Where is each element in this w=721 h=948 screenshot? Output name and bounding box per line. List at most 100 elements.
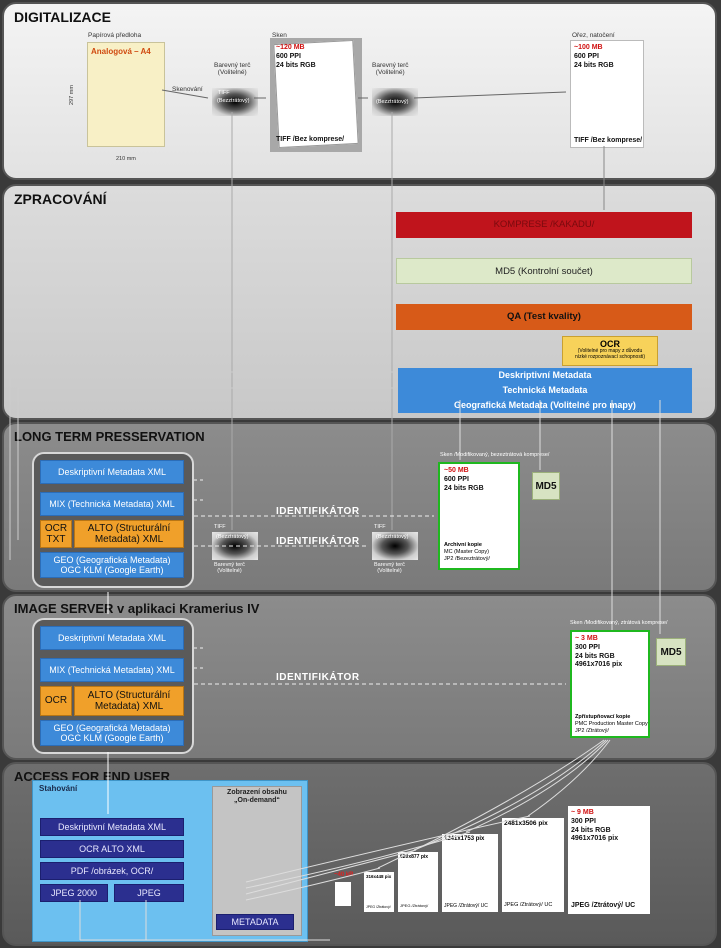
scan-action-label: Skenování: [172, 86, 203, 93]
is-descriptive-xml: Deskriptivní Metadata XML: [40, 626, 184, 650]
is-copy-labels: Zpřístupňovací kopie PMC Production Mast…: [575, 714, 648, 735]
metadata-box: METADATA: [216, 914, 294, 930]
ltp-archive-image: ~50 MB 600 PPI 24 bits RGB Archivní kopi…: [438, 462, 520, 570]
is-ocr: OCR: [40, 686, 72, 716]
is-scan-caption: Sken /Modifikovaný, ztrátová komprese/: [570, 620, 668, 626]
download-jpeg[interactable]: JPEG: [114, 884, 184, 902]
scan-bits: 24 bits RGB: [276, 61, 316, 69]
ltp-md5: MD5: [532, 472, 560, 500]
crop-image: ~100 MB 600 PPI 24 bits RGB TIFF /Bez ko…: [570, 40, 644, 148]
scan-format: TIFF /Bez komprese/: [276, 136, 345, 143]
thumb-1-size: 316x448 pix: [366, 874, 392, 879]
ltp-specs: ~50 MB 600 PPI 24 bits RGB: [444, 467, 484, 493]
section-image-server: IMAGE SERVER v aplikaci Kramerius IV Des…: [2, 594, 717, 760]
ltp-archive-3: JP2 /Bezeztrátový/: [444, 555, 490, 562]
crop-ppi: 600 PPI: [574, 52, 599, 60]
ltp-alto-xml: ALTO (Structurální Metadata) XML: [74, 520, 184, 548]
is-identifier: IDENTIFIKÁTOR: [276, 672, 360, 683]
dimension-width: 210 mm: [116, 156, 136, 162]
section-title: IMAGE SERVER v aplikaci Kramerius IV: [14, 601, 260, 616]
ltp-identifier-2: IDENTIFIKÁTOR: [276, 536, 360, 547]
thumb-4: 2481x3506 pix JPEG /Ztrátový/ UC: [502, 818, 564, 912]
scan-specs: ~120 MB 600 PPI 24 bits RGB: [276, 44, 316, 70]
download-label: Stahování: [39, 784, 78, 793]
target2-label: Barevný terč (Volitelné): [372, 62, 409, 77]
ocr-note: (Volitelné pro mapy z důvodu nízké rozpo…: [574, 348, 646, 360]
meta-bar-descriptive: Deskriptivní Metadata: [398, 368, 692, 383]
ltp-ppi: 600 PPI: [444, 475, 469, 483]
is-mix-xml: MIX (Technická Metadata) XML: [40, 658, 184, 682]
ltp-archive-labels: Archivní kopie MC (Master Copy) JP2 /Bez…: [444, 542, 490, 563]
thumb-1: 316x448 pix JPEG /Ztrátový/: [364, 872, 394, 912]
dimension-height: 297 mm: [68, 85, 75, 105]
thumb-1-format: JPEG /Ztrátový/: [366, 905, 391, 909]
thumb-4-format: JPEG /Ztrátový/ UC: [504, 902, 553, 908]
paper-caption: Papírová předloha: [88, 32, 142, 39]
thumb-2-format: JPEG /Ztrátový/: [400, 903, 429, 908]
thumb-2-size: 620x877 pix: [400, 854, 429, 860]
large-specs: ~ 9 MB 300 PPI 24 bits RGB 4961x7016 pix: [571, 809, 618, 844]
ltp-ocr-txt: OCR TXT: [40, 520, 72, 548]
ltp-target-b: Barevný terč (Volitelné): [374, 562, 405, 574]
scan-image-frame: ~120 MB 600 PPI 24 bits RGB TIFF /Bez ko…: [270, 38, 362, 152]
is-ppi: 300 PPI: [575, 643, 600, 651]
ltp-tiff-a-sub: (Bezztrátový): [216, 534, 249, 540]
kompres-bar: KOMPRESE /KAKADU/: [396, 212, 692, 238]
ltp-archive-1: Archivní kopie: [444, 542, 482, 548]
thumb-3: 1241x1753 pix JPEG /Ztrátový/ UC: [442, 834, 498, 912]
download-jpeg2000[interactable]: JPEG 2000: [40, 884, 108, 902]
section-title: LONG TERM PRESSERVATION: [14, 429, 205, 444]
section-digitalizace: DIGITALIZACE Papírová předloha Analogová…: [2, 2, 717, 180]
crop-bits: 24 bits RGB: [574, 61, 614, 69]
is-md5: MD5: [656, 638, 686, 666]
ltp-descriptive-xml: Deskriptivní Metadata XML: [40, 460, 184, 484]
section-title: ZPRACOVÁNÍ: [14, 191, 107, 207]
is-access-image: ~ 3 MB 300 PPI 24 bits RGB 4961x7016 pix…: [570, 630, 650, 738]
section-zpracovani: ZPRACOVÁNÍ KOMPRESE /KAKADU/ MD5 (Kontro…: [2, 184, 717, 420]
is-specs: ~ 3 MB 300 PPI 24 bits RGB 4961x7016 pix: [575, 635, 622, 670]
ocr-box: OCR (Volitelné pro mapy z důvodu nízké r…: [562, 336, 658, 366]
large-size: ~ 9 MB: [571, 809, 594, 816]
k40-label: ~40 kB: [334, 872, 354, 878]
download-ocr-alto-xml[interactable]: OCR ALTO XML: [40, 840, 184, 858]
is-copy-3: JP2 /Ztrátový/: [575, 727, 609, 734]
md5-bar: MD5 (Kontrolní součet): [396, 258, 692, 284]
thumb-2: 620x877 pix JPEG /Ztrátový/: [398, 852, 438, 912]
scan-size: ~120 MB: [276, 44, 305, 51]
target1-label: Barevný terč (Volitelné): [214, 62, 251, 77]
thumb-tiny: [335, 882, 351, 906]
ltp-tiff-b: TIFF: [374, 524, 386, 530]
thumb-large: ~ 9 MB 300 PPI 24 bits RGB 4961x7016 pix…: [568, 806, 650, 914]
is-geo-klm: GEO (Geografická Metadata) OGC KLM (Goog…: [40, 720, 184, 746]
is-alto-xml: ALTO (Structurální Metadata) XML: [74, 686, 184, 716]
ltp-target-a: Barevný terč (Volitelné): [214, 562, 245, 574]
thumb-3-size: 1241x1753 pix: [444, 836, 485, 842]
crop-specs: ~100 MB 600 PPI 24 bits RGB: [574, 44, 614, 70]
ltp-geo-klm: GEO (Geografická Metadata) OGC KLM (Goog…: [40, 552, 184, 578]
download-pdf[interactable]: PDF /obrázek, OCR/: [40, 862, 184, 880]
large-bits: 24 bits RGB: [571, 826, 611, 834]
meta-bar-geographic: Geografická Metadata (Volitelné pro mapy…: [398, 398, 692, 413]
crop-caption: Ořez, natočení: [572, 32, 615, 39]
crop-format: TIFF /Bez komprese/: [574, 137, 643, 144]
download-descriptive-xml[interactable]: Deskriptivní Metadata XML: [40, 818, 184, 836]
target1-sub: (Bezztrátový): [217, 98, 250, 104]
thumb-4-size: 2481x3506 pix: [504, 820, 548, 827]
ltp-size: ~50 MB: [444, 467, 469, 474]
large-pix: 4961x7016 pix: [571, 835, 619, 843]
qa-bar: QA (Test kvality): [396, 304, 692, 330]
thumb-3-format: JPEG /Ztrátový/ UC: [444, 903, 488, 909]
section-ltp: LONG TERM PRESSERVATION Deskriptivní Met…: [2, 422, 717, 592]
paper-label: Analogová – A4: [91, 47, 151, 56]
large-ppi: 300 PPI: [571, 817, 596, 825]
target2-sub: (Bezztrátový): [376, 99, 409, 105]
scan-ppi: 600 PPI: [276, 52, 301, 60]
ltp-tiff-a: TIFF: [214, 524, 226, 530]
meta-bar-technical: Technická Metadata: [398, 383, 692, 398]
ltp-identifier-1: IDENTIFIKÁTOR: [276, 506, 360, 517]
section-access: ACCESS FOR END USER Stahování Deskriptiv…: [2, 762, 717, 946]
is-copy-1: Zpřístupňovací kopie: [575, 714, 631, 720]
ltp-mix-xml: MIX (Technická Metadata) XML: [40, 492, 184, 516]
is-bits: 24 bits RGB: [575, 652, 615, 660]
paper-document: Analogová – A4: [87, 42, 165, 147]
